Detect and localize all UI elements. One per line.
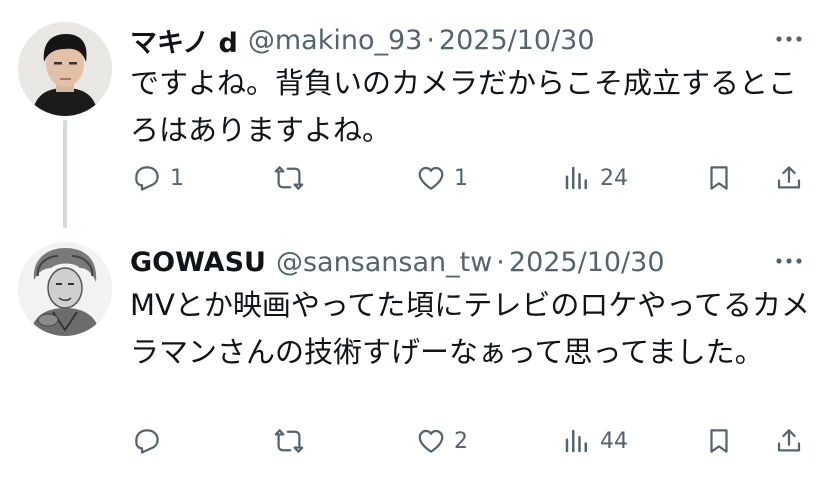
view-count: 44 bbox=[600, 428, 628, 454]
avatar[interactable] bbox=[18, 22, 112, 116]
tweet-text: MVとか映画やってた頃にテレビのロケやってるカメラマンさんの技術すげーなぁって思… bbox=[130, 288, 810, 369]
more-button[interactable] bbox=[772, 24, 806, 54]
views-icon bbox=[565, 429, 587, 453]
reply-count: 1 bbox=[170, 165, 184, 191]
display-name[interactable]: GOWASU bbox=[130, 247, 266, 278]
reply-button[interactable]: 1 bbox=[132, 158, 184, 198]
display-name[interactable]: マキノ d bbox=[130, 21, 238, 60]
more-icon bbox=[776, 258, 802, 264]
repost-button[interactable] bbox=[274, 421, 312, 461]
share-button[interactable] bbox=[774, 421, 804, 461]
bookmark-icon bbox=[710, 429, 728, 453]
share-icon bbox=[777, 166, 801, 189]
tweet[interactable]: マキノ d @makino_93 · 2025/10/30 ですよね。背負いのカ… bbox=[0, 0, 828, 228]
like-count: 1 bbox=[454, 165, 468, 191]
user-handle[interactable]: @sansansan_tw bbox=[276, 247, 492, 278]
tweet-date[interactable]: 2025/10/30 bbox=[509, 247, 665, 278]
view-count: 24 bbox=[600, 165, 628, 191]
avatar[interactable] bbox=[18, 242, 112, 336]
separator-dot: · bbox=[426, 24, 435, 56]
tweet-header: マキノ d @makino_93 · 2025/10/30 bbox=[130, 20, 595, 60]
reply-button[interactable] bbox=[132, 421, 170, 461]
bookmark-icon bbox=[710, 166, 728, 190]
tweet-header: GOWASU @sansansan_tw · 2025/10/30 bbox=[130, 242, 665, 282]
avatar-photo bbox=[18, 22, 112, 116]
bookmark-button[interactable] bbox=[704, 421, 734, 461]
views-button[interactable]: 24 bbox=[562, 158, 628, 198]
tweet-text: ですよね。背負いのカメラだからこそ成立するところはありますよね。 bbox=[130, 66, 798, 147]
repost-button[interactable] bbox=[274, 158, 312, 198]
avatar-illustration bbox=[18, 242, 112, 336]
share-icon bbox=[777, 429, 801, 452]
more-button[interactable] bbox=[772, 246, 806, 276]
repost-icon bbox=[274, 429, 304, 453]
tweet[interactable]: GOWASU @sansansan_tw · 2025/10/30 MVとか映画… bbox=[0, 228, 828, 480]
views-button[interactable]: 44 bbox=[562, 421, 628, 461]
action-bar: 2 44 bbox=[0, 421, 828, 461]
action-bar: 1 1 24 bbox=[0, 158, 828, 198]
more-icon bbox=[776, 36, 802, 42]
repost-icon bbox=[274, 166, 304, 190]
like-icon bbox=[418, 166, 444, 190]
separator-dot: · bbox=[496, 246, 505, 278]
reply-icon bbox=[135, 166, 159, 191]
user-handle[interactable]: @makino_93 bbox=[248, 25, 422, 56]
tweet-date[interactable]: 2025/10/30 bbox=[439, 25, 595, 56]
share-button[interactable] bbox=[774, 158, 804, 198]
like-button[interactable]: 2 bbox=[416, 421, 468, 461]
like-icon bbox=[418, 429, 444, 453]
like-count: 2 bbox=[454, 428, 468, 454]
views-icon bbox=[565, 166, 587, 190]
bookmark-button[interactable] bbox=[704, 158, 734, 198]
reply-icon bbox=[135, 429, 159, 454]
like-button[interactable]: 1 bbox=[416, 158, 468, 198]
